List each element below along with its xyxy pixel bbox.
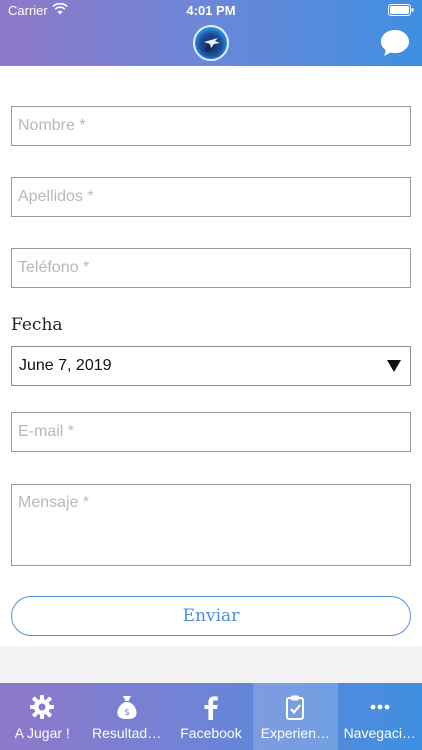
nombre-input[interactable]: Nombre * bbox=[11, 106, 411, 146]
tab-a-jugar[interactable]: A Jugar ! bbox=[0, 683, 84, 750]
tab-label: Resultad… bbox=[91, 725, 162, 741]
tab-navegacion[interactable]: Navegaci… bbox=[338, 683, 422, 750]
mensaje-textarea[interactable]: Mensaje * bbox=[11, 484, 411, 566]
email-input[interactable]: E-mail * bbox=[11, 412, 411, 452]
gear-icon bbox=[30, 695, 55, 719]
fecha-select[interactable]: June 7, 2019 bbox=[11, 346, 411, 386]
contact-form: Nombre * Apellidos * Teléfono * Fecha Ju… bbox=[0, 66, 422, 646]
tab-experiencias[interactable]: Experien… bbox=[253, 683, 338, 750]
apellidos-input[interactable]: Apellidos * bbox=[11, 177, 411, 217]
telefono-input[interactable]: Teléfono * bbox=[11, 248, 411, 288]
tab-facebook[interactable]: Facebook bbox=[169, 683, 253, 750]
fecha-value: June 7, 2019 bbox=[19, 357, 112, 374]
clock: 4:01 PM bbox=[186, 3, 236, 18]
facebook-icon bbox=[204, 696, 218, 720]
status-bar: Carrier 4:01 PM bbox=[0, 0, 422, 22]
tab-label: Experien… bbox=[260, 725, 330, 741]
chevron-down-icon bbox=[387, 360, 401, 372]
tab-label: Navegaci… bbox=[343, 725, 416, 741]
tab-resultados[interactable]: $ Resultad… bbox=[84, 683, 168, 750]
tab-label: Facebook bbox=[180, 725, 242, 741]
clipboard-check-icon bbox=[286, 695, 305, 720]
fecha-label: Fecha bbox=[11, 315, 63, 335]
logo-mark-icon bbox=[204, 38, 220, 52]
enviar-button[interactable]: Enviar bbox=[11, 596, 411, 636]
app-logo bbox=[193, 25, 229, 61]
money-bag-icon: $ bbox=[117, 696, 137, 719]
more-icon bbox=[370, 704, 390, 710]
battery-icon bbox=[388, 4, 414, 16]
tab-label: A Jugar ! bbox=[14, 725, 70, 741]
chat-bubble-icon[interactable] bbox=[379, 28, 411, 58]
app-header: Carrier 4:01 PM bbox=[0, 0, 422, 66]
svg-text:$: $ bbox=[124, 708, 130, 718]
tab-bar: A Jugar ! $ Resultad… Facebook Experien…… bbox=[0, 683, 422, 750]
form-footer-spacer bbox=[0, 646, 422, 683]
